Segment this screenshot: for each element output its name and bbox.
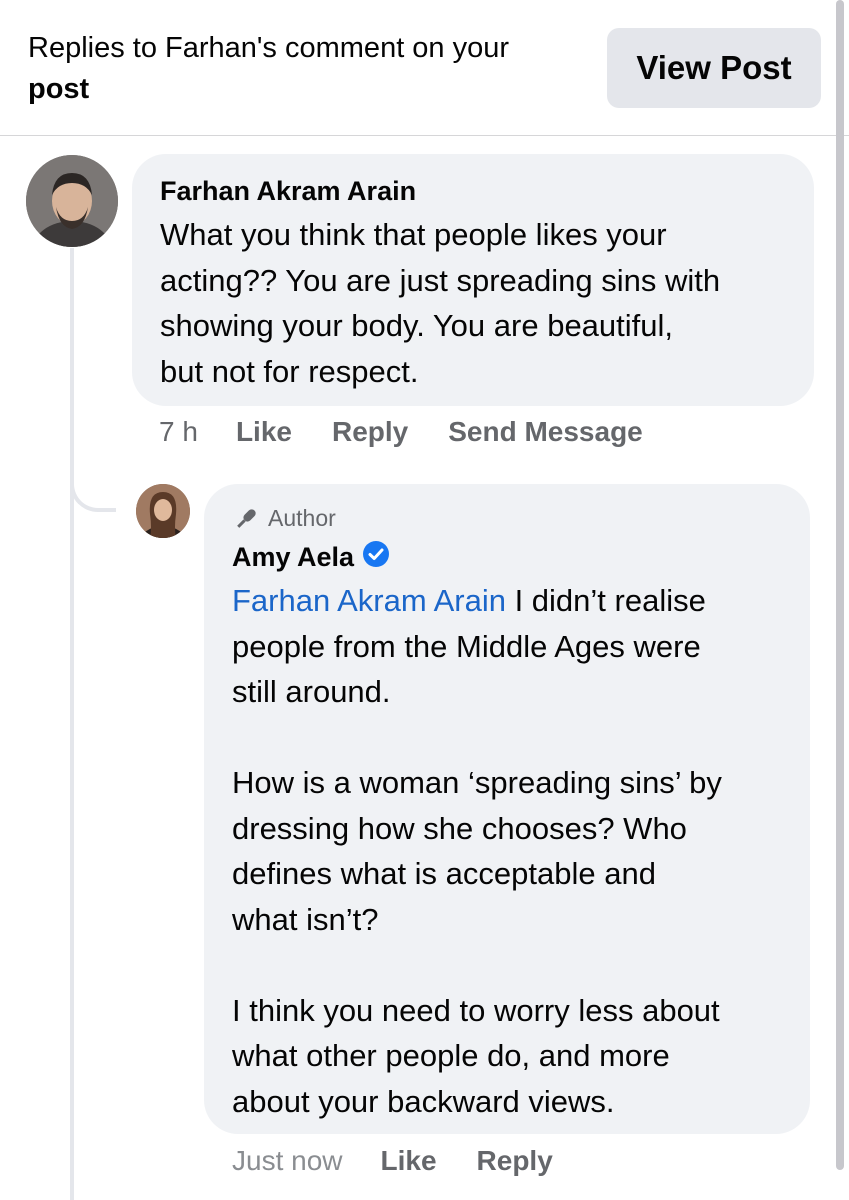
comment-time[interactable]: 7 h [159,416,198,448]
like-button[interactable]: Like [236,416,292,448]
author-badge-label: Author [268,505,336,531]
page-header: Replies to Farhan's comment on your post… [0,0,849,136]
verified-badge-icon [362,540,390,575]
view-post-button[interactable]: View Post [607,28,821,108]
reply-button[interactable]: Reply [477,1145,553,1177]
comment-actions-farhan: 7 h Like Reply Send Message [159,416,683,448]
comment-text-amy: Farhan Akram Arain I didn’t realise peop… [232,578,802,1124]
page-title-line2: post [28,73,90,105]
send-message-button[interactable]: Send Message [448,416,643,448]
author-badge: Author [232,505,336,532]
thread-connector [70,440,116,512]
reply-button[interactable]: Reply [332,416,408,448]
comment-body-amy: I didn’t realise people from the Middle … [232,583,722,1119]
comment-author-amy-label: Amy Aela [232,542,355,572]
mention-link[interactable]: Farhan Akram Arain [232,583,506,618]
page-title: Replies to Farhan's comment on your post [28,28,598,110]
microphone-icon [237,508,256,528]
comment-author-amy[interactable]: Amy Aela [232,540,390,575]
comment-time[interactable]: Just now [232,1145,343,1177]
comment-author-farhan[interactable]: Farhan Akram Arain [160,176,416,207]
avatar-farhan[interactable] [26,155,118,247]
avatar-amy[interactable] [136,484,190,538]
comment-text-farhan: What you think that people likes your ac… [160,217,721,389]
page-title-line1: Replies to Farhan's comment on your [28,32,510,64]
thread-line [70,248,74,1200]
comment-actions-amy: Just now Like Reply [232,1145,593,1177]
scrollbar[interactable] [836,0,844,1170]
like-button[interactable]: Like [381,1145,437,1177]
